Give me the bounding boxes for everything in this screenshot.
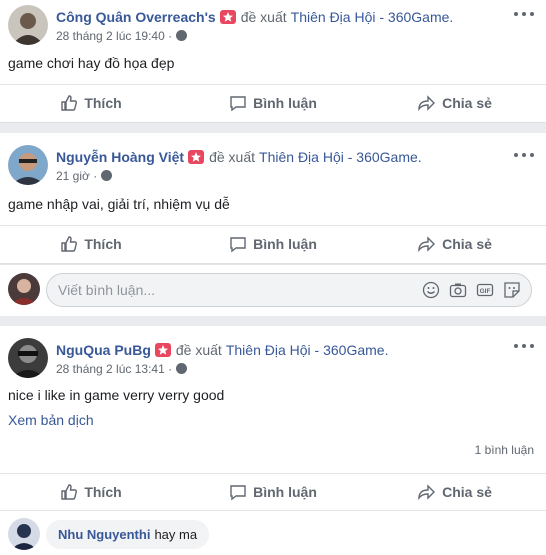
globe-icon (101, 170, 113, 181)
gif-icon[interactable]: GIF (476, 281, 494, 299)
comment-icon (230, 236, 246, 252)
more-icon[interactable] (514, 9, 534, 19)
svg-text:GIF: GIF (480, 288, 491, 295)
page-link[interactable]: Thiên Địa Hội - 360Game. (259, 148, 422, 166)
more-icon[interactable] (514, 341, 534, 351)
page-link[interactable]: Thiên Địa Hội - 360Game. (291, 8, 454, 26)
comment-icon (230, 95, 246, 111)
comment-button[interactable]: Bình luận (182, 474, 364, 509)
share-icon (418, 483, 436, 500)
like-icon (61, 94, 78, 111)
comment-composer: GIF (0, 264, 546, 316)
comment-button[interactable]: Bình luận (182, 226, 364, 261)
post-time[interactable]: 28 tháng 2 lúc 13:41 · (56, 362, 172, 376)
badge-icon (219, 9, 236, 24)
like-button[interactable]: Thích (0, 85, 182, 120)
share-label: Chia sẻ (442, 483, 492, 500)
comment-count[interactable]: 1 bình luận (475, 443, 534, 457)
comment-label: Bình luận (253, 94, 317, 111)
share-label: Chia sẻ (442, 94, 492, 111)
emoji-icon[interactable] (422, 281, 440, 299)
comment-label: Bình luận (253, 483, 317, 500)
like-button[interactable]: Thích (0, 474, 182, 509)
share-icon (418, 235, 436, 252)
page-link[interactable]: Thiên Địa Hội - 360Game. (226, 341, 389, 359)
reply-text: hay ma (154, 526, 198, 542)
reply-author[interactable]: Nhu Nguyenthi (58, 527, 150, 542)
globe-icon (176, 363, 188, 374)
comment-label: Bình luận (253, 235, 317, 252)
action-bar: Thích Bình luận Chia sẻ (0, 225, 546, 261)
author-name[interactable]: Công Quân Overreach's (56, 8, 216, 26)
share-button[interactable]: Chia sẻ (364, 474, 546, 509)
globe-icon (176, 30, 188, 41)
share-button[interactable]: Chia sẻ (364, 226, 546, 261)
post-text: game nhập vai, giải trí, nhiệm vụ dễ (8, 196, 230, 212)
badge-icon (154, 342, 171, 357)
comment-tools: GIF (422, 281, 521, 299)
like-button[interactable]: Thích (0, 226, 182, 261)
post-header: NguQua PuBg đề xuất Thiên Địa Hội - 360G… (8, 338, 388, 378)
author-name[interactable]: Nguyễn Hoàng Việt (56, 148, 184, 166)
comment-box: GIF (46, 273, 532, 307)
post-header: Nguyễn Hoàng Việt đề xuất Thiên Địa Hội … (8, 145, 422, 185)
like-icon (61, 235, 78, 252)
post-card-3: NguQua PuBg đề xuất Thiên Địa Hội - 360G… (0, 326, 546, 555)
comment-icon (230, 484, 246, 500)
avatar[interactable] (8, 518, 40, 550)
author-name[interactable]: NguQua PuBg (56, 341, 151, 359)
translate-link[interactable]: Xem bản dịch (8, 412, 94, 428)
post-card-2: Nguyễn Hoàng Việt đề xuất Thiên Địa Hội … (0, 133, 546, 264)
badge-icon (188, 149, 205, 164)
post-time[interactable]: 28 tháng 2 lúc 19:40 · (56, 29, 172, 43)
reply-bubble: Nhu Nguyenthi hay ma (46, 519, 210, 549)
share-icon (418, 94, 436, 111)
comment-button[interactable]: Bình luận (182, 85, 364, 120)
recommend-verb: đề xuất (240, 8, 287, 25)
comment-input[interactable] (47, 274, 397, 306)
action-bar: Thích Bình luận Chia sẻ (0, 473, 546, 509)
recommend-verb: đề xuất (209, 148, 256, 165)
avatar (8, 273, 40, 305)
post-header: Công Quân Overreach's đề xuất Thiên Địa … (8, 5, 453, 45)
avatar[interactable] (8, 145, 48, 185)
recommend-verb: đề xuất (175, 341, 222, 358)
post-text: game chơi hay đồ họa đẹp (8, 55, 175, 71)
post-text: nice i like in game verry verry good (8, 387, 225, 403)
action-bar: Thích Bình luận Chia sẻ (0, 84, 546, 120)
like-label: Thích (84, 235, 122, 252)
reply-comment: Nhu Nguyenthi hay ma (8, 518, 210, 550)
share-label: Chia sẻ (442, 235, 492, 252)
like-label: Thích (84, 483, 122, 500)
like-icon (61, 483, 78, 500)
like-label: Thích (84, 94, 122, 111)
camera-icon[interactable] (449, 281, 467, 299)
post-time[interactable]: 21 giờ · (56, 169, 97, 183)
share-button[interactable]: Chia sẻ (364, 85, 546, 120)
more-icon[interactable] (514, 150, 534, 160)
sticker-icon[interactable] (503, 281, 521, 299)
post-card-1: Công Quân Overreach's đề xuất Thiên Địa … (0, 0, 546, 123)
avatar[interactable] (8, 5, 48, 45)
avatar[interactable] (8, 338, 48, 378)
